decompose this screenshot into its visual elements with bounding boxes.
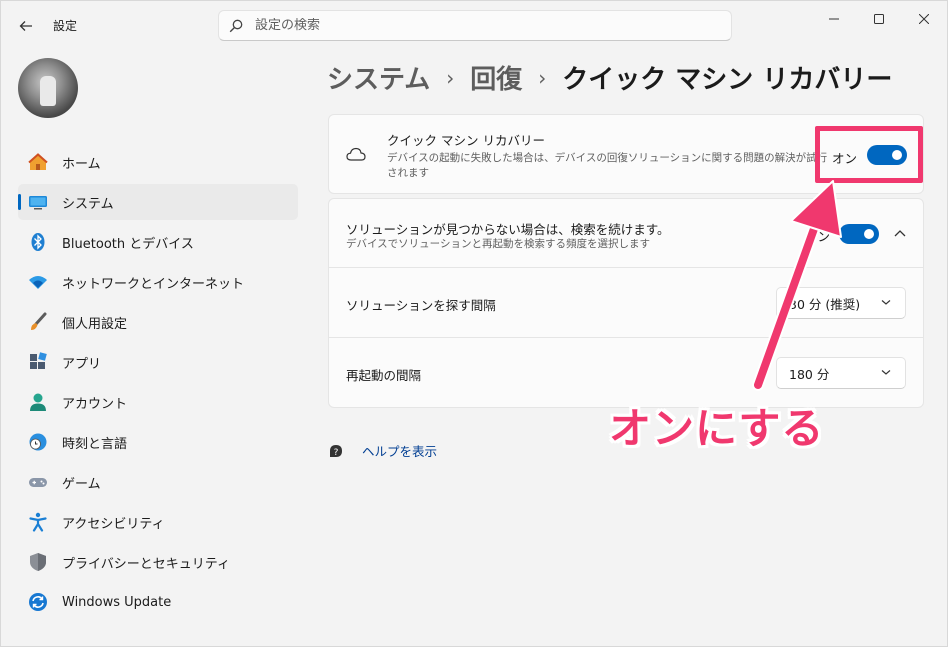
annotation-highlight-box	[815, 126, 923, 183]
restart-label: 再起動の間隔	[346, 368, 422, 383]
system-icon	[28, 192, 48, 212]
sidebar-item-label: ゲーム	[62, 476, 101, 492]
update-icon	[28, 592, 48, 612]
breadcrumb-system[interactable]: システム	[327, 59, 430, 96]
interval-label: ソリューションを探す間隔	[346, 298, 496, 313]
clock-globe-icon	[28, 432, 48, 452]
sidebar-item-label: アクセシビリティ	[62, 516, 165, 532]
sidebar-item-label: Bluetooth とデバイス	[62, 236, 194, 252]
help-icon: ?	[330, 444, 342, 458]
svg-text:?: ?	[334, 448, 339, 458]
brush-icon	[28, 312, 48, 332]
sidebar-item-network[interactable]: ネットワークとインターネット	[18, 264, 298, 300]
sidebar-item-label: アプリ	[62, 356, 102, 372]
search-input[interactable]	[255, 18, 695, 33]
accessibility-icon	[28, 512, 48, 532]
account-icon	[28, 392, 48, 412]
settings-window: 設定 ホーム	[0, 0, 948, 647]
minimize-button[interactable]	[812, 7, 856, 31]
restart-dropdown[interactable]: 180 分	[776, 357, 906, 389]
sidebar-item-label: システム	[62, 196, 114, 212]
qmr-desc-line1: デバイスの起動に失敗した場合は、デバイスの回復ソリューションに関する問題の解決が…	[387, 152, 828, 164]
breadcrumb: システム › 回復 › クイック マシン リカバリー	[327, 59, 892, 96]
sidebar-item-gaming[interactable]: ゲーム	[18, 464, 298, 500]
sidebar-item-accessibility[interactable]: アクセシビリティ	[18, 504, 298, 540]
interval-dropdown[interactable]: 30 分 (推奨)	[776, 287, 906, 319]
gamepad-icon	[28, 472, 48, 492]
page-title: クイック マシン リカバリー	[562, 65, 893, 95]
app-title: 設定	[53, 19, 78, 33]
maximize-button[interactable]	[857, 7, 901, 31]
avatar[interactable]	[18, 58, 78, 118]
help-link-label: ヘルプを表示	[362, 444, 438, 459]
search-icon	[229, 19, 243, 32]
sidebar-nav: ホーム システム Bluetooth とデバイス ネットワークとインターネット …	[18, 144, 298, 624]
chevron-up-icon[interactable]	[894, 229, 906, 239]
close-icon	[919, 14, 929, 24]
chevron-down-icon	[881, 300, 891, 305]
breadcrumb-separator-icon: ›	[446, 65, 455, 90]
cloud-icon	[346, 147, 366, 161]
sidebar-item-label: ホーム	[62, 156, 101, 172]
sidebar-item-apps[interactable]: アプリ	[18, 344, 298, 380]
qmr-desc-line2: されます	[387, 167, 429, 179]
sidebar-item-bluetooth[interactable]: Bluetooth とデバイス	[18, 224, 298, 260]
continue-search-desc: デバイスでソリューションと再起動を検索する頻度を選択します	[346, 238, 650, 250]
continue-search-title: ソリューションが見つからない場合は、検索を続けます。	[346, 222, 670, 237]
sidebar-item-personalization[interactable]: 個人用設定	[18, 304, 298, 340]
shield-icon	[28, 552, 48, 572]
minimize-icon	[829, 18, 839, 20]
sidebar-item-label: ネットワークとインターネット	[62, 276, 245, 292]
help-link[interactable]: ? ヘルプを表示	[328, 441, 437, 460]
continue-search-state-label: オン	[805, 229, 831, 244]
sidebar-item-time-language[interactable]: 時刻と言語	[18, 424, 298, 460]
back-arrow-icon	[19, 21, 32, 31]
home-icon	[28, 152, 48, 172]
wifi-icon	[28, 272, 48, 292]
qmr-title: クイック マシン リカバリー	[387, 133, 545, 148]
sidebar-item-system[interactable]: システム	[18, 184, 298, 220]
sidebar-item-label: Windows Update	[62, 594, 172, 610]
sidebar-item-privacy[interactable]: プライバシーとセキュリティ	[18, 544, 298, 580]
sidebar-item-label: アカウント	[62, 396, 128, 412]
annotation-label: オンにする	[609, 404, 825, 453]
search-box[interactable]	[218, 10, 732, 41]
chevron-down-icon	[881, 370, 891, 375]
sidebar-item-label: 時刻と言語	[62, 436, 128, 452]
maximize-icon	[874, 14, 884, 24]
interval-dropdown-value: 30 分 (推奨)	[789, 296, 861, 312]
sidebar-item-label: プライバシーとセキュリティ	[62, 556, 230, 572]
restart-dropdown-value: 180 分	[789, 366, 830, 382]
sidebar-item-windows-update[interactable]: Windows Update	[18, 584, 298, 620]
continue-search-toggle[interactable]	[839, 224, 879, 244]
sidebar-item-accounts[interactable]: アカウント	[18, 384, 298, 420]
close-button[interactable]	[902, 7, 946, 31]
apps-icon	[28, 352, 48, 372]
back-button[interactable]	[13, 13, 39, 39]
bluetooth-icon	[28, 232, 48, 252]
breadcrumb-separator-icon: ›	[538, 65, 547, 90]
breadcrumb-recovery[interactable]: 回復	[470, 59, 522, 96]
sidebar-item-label: 個人用設定	[62, 316, 128, 332]
sidebar-item-home[interactable]: ホーム	[18, 144, 298, 180]
